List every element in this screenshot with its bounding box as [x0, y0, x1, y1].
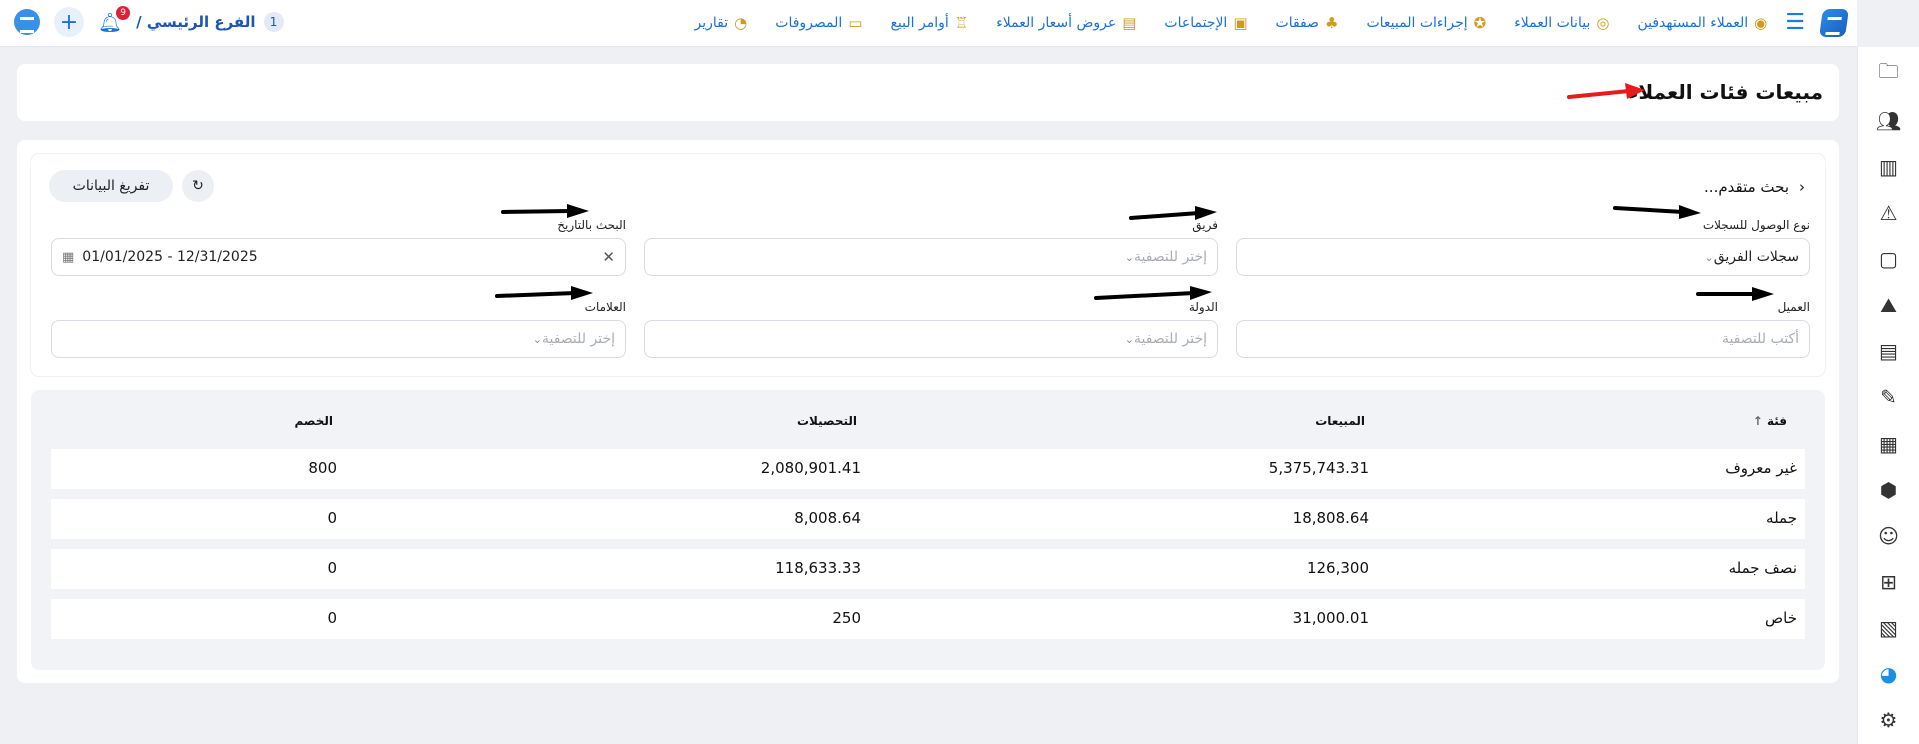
nav-quotes[interactable]: ▤ عروض أسعار العملاء: [996, 14, 1136, 32]
notifications-button[interactable]: 🔔︎ 9: [98, 5, 131, 34]
team-select[interactable]: إختر للتصفية ⌄: [644, 238, 1218, 276]
deals-icon: ♣: [1325, 14, 1339, 32]
main-nav: ◉ العملاء المستهدفين ◎ بيانات العملاء ✪ إجر…: [695, 14, 1768, 32]
sales-actions-icon: ✪: [1473, 14, 1487, 32]
page-title: مبيعات فئات العملاء: [1628, 80, 1823, 104]
tags-select[interactable]: إختر للتصفية ⌄: [51, 320, 626, 358]
right-sidebar: 🗀 👥︎ ▥ ⚠︎ ▢ ⛰︎ ▤ ✎ ▦ ⬢ ☺︎ ⊞ ▧ ◕ ⚙︎: [1857, 47, 1919, 744]
table-row[interactable]: جمله 18,808.64 8,008.64 0: [51, 499, 1805, 539]
access-type-select[interactable]: سجلات الفريق ⌄: [1236, 238, 1810, 276]
company-logo-icon[interactable]: [14, 9, 40, 35]
sales-orders-icon: ♖: [954, 14, 969, 32]
invoice-icon[interactable]: ▤: [1876, 339, 1902, 364]
customer-label: العميل: [1777, 300, 1810, 314]
table-row[interactable]: خاص 31,000.01 250 0: [51, 599, 1805, 639]
column-header-sales[interactable]: المبيعات: [1315, 414, 1365, 428]
top-navigation-bar: ☰ ◉ العملاء المستهدفين ◎ بيانات العملاء ✪ إ…: [0, 0, 1857, 47]
boxes-icon[interactable]: ⬢: [1876, 477, 1902, 502]
sort-up-icon: ↑: [1752, 414, 1763, 428]
nav-sales-actions[interactable]: ✪ إجراءات المبيعات: [1366, 14, 1486, 32]
document-add-icon[interactable]: ⊞: [1876, 569, 1902, 594]
video-icon[interactable]: ▢: [1876, 246, 1902, 271]
branch-number-badge: 1: [263, 12, 284, 32]
annotation-arrow-country: [1094, 286, 1212, 300]
column-header-discount[interactable]: الخصم: [294, 414, 333, 428]
calendar-icon: ▦: [62, 249, 75, 265]
chevron-down-icon: ⌄: [532, 332, 542, 346]
nav-sales-orders[interactable]: ♖ أوامر البيع: [890, 14, 968, 32]
meetings-icon: ▣: [1233, 14, 1248, 32]
nav-meetings[interactable]: ▣ الإجتماعات: [1164, 14, 1247, 32]
quotes-icon: ▤: [1122, 14, 1137, 32]
reports-icon: ◔: [734, 14, 748, 32]
app-logo-icon[interactable]: [1819, 9, 1849, 37]
warning-icon[interactable]: ⚠︎: [1876, 200, 1902, 225]
branch-selector[interactable]: 1 الفرع الرئيسي /: [136, 12, 284, 32]
nav-target-customers[interactable]: ◉ العملاء المستهدفين: [1637, 14, 1767, 32]
branch-label: الفرع الرئيسي /: [136, 13, 256, 31]
refresh-icon: ↻: [192, 178, 204, 194]
chart-report-icon[interactable]: ◕: [1876, 662, 1902, 687]
mountain-icon[interactable]: ⛰︎: [1876, 293, 1902, 318]
table-header: فئة ↑ المبيعات التحصيلات الخصم: [51, 414, 1805, 434]
folder-add-icon[interactable]: 🗀: [1876, 59, 1902, 87]
clear-date-icon[interactable]: ✕: [602, 248, 615, 266]
add-button[interactable]: +: [54, 7, 84, 37]
table-row[interactable]: نصف جمله 126,300 118,633.33 0: [51, 549, 1805, 589]
document-money-icon[interactable]: ▧: [1876, 616, 1902, 641]
column-header-category[interactable]: فئة ↑: [1753, 414, 1787, 428]
annotation-arrow-team: [1129, 206, 1217, 220]
advanced-search-toggle[interactable]: ‹ بحث متقدم...: [1704, 178, 1805, 196]
column-header-collections[interactable]: التحصيلات: [797, 414, 857, 428]
chevron-down-icon: ⌄: [1704, 250, 1714, 264]
annotation-arrow-customer: [1696, 287, 1774, 301]
money-icon[interactable]: ▥: [1876, 154, 1902, 179]
chevron-down-icon: ⌄: [1124, 332, 1134, 346]
customer-input[interactable]: أكتب للتصفية: [1236, 320, 1810, 358]
plus-icon: +: [59, 9, 79, 35]
annotation-arrow-access: [1613, 205, 1701, 219]
chevron-left-icon: ‹: [1799, 178, 1805, 196]
page-header-card: مبيعات فئات العملاء: [17, 64, 1839, 121]
report-card: ‹ بحث متقدم... ↻ تفريغ البيانات نوع الوصو…: [17, 140, 1839, 683]
refresh-button[interactable]: ↻: [182, 170, 214, 202]
notification-badge: 9: [116, 5, 131, 20]
annotation-arrow-tags: [495, 286, 593, 300]
topbar-actions: + 🔔︎ 9 1 الفرع الرئيسي /: [14, 5, 284, 37]
team-icon[interactable]: 👥︎: [1876, 108, 1902, 133]
settings-icon[interactable]: ⚙︎: [1876, 708, 1902, 733]
country-select[interactable]: إختر للتصفية ⌄: [644, 320, 1218, 358]
customer-category-sales-table: فئة ↑ المبيعات التحصيلات الخصم غير معروف…: [31, 390, 1825, 670]
menu-icon[interactable]: ☰: [1785, 12, 1805, 34]
customer-data-icon: ◎: [1596, 14, 1610, 32]
nav-expenses[interactable]: ▭ المصروفات: [775, 14, 862, 32]
date-range-input[interactable]: ▦ 01/01/2025 - 12/31/2025 ✕: [51, 238, 626, 276]
annotation-arrow-date: [501, 204, 589, 218]
nav-deals[interactable]: ♣ صفقات: [1276, 14, 1339, 32]
target-customers-icon: ◉: [1754, 14, 1768, 32]
user-icon[interactable]: ☺︎: [1876, 523, 1902, 548]
receipt-icon[interactable]: ▦: [1876, 431, 1902, 456]
nav-customer-data[interactable]: ◎ بيانات العملاء: [1514, 14, 1609, 32]
pen-icon[interactable]: ✎: [1876, 385, 1902, 410]
advanced-search-panel: ‹ بحث متقدم... ↻ تفريغ البيانات نوع الوصو…: [31, 154, 1825, 376]
clear-data-button[interactable]: تفريغ البيانات: [49, 170, 173, 202]
access-type-label: نوع الوصول للسجلات: [1702, 218, 1810, 232]
annotation-red-arrow: [1567, 83, 1645, 99]
table-row[interactable]: غير معروف 5,375,743.31 2,080,901.41 800: [51, 449, 1805, 489]
nav-reports[interactable]: ◔ تقارير: [695, 14, 748, 32]
expenses-icon: ▭: [848, 14, 863, 32]
chevron-down-icon: ⌄: [1124, 250, 1134, 264]
